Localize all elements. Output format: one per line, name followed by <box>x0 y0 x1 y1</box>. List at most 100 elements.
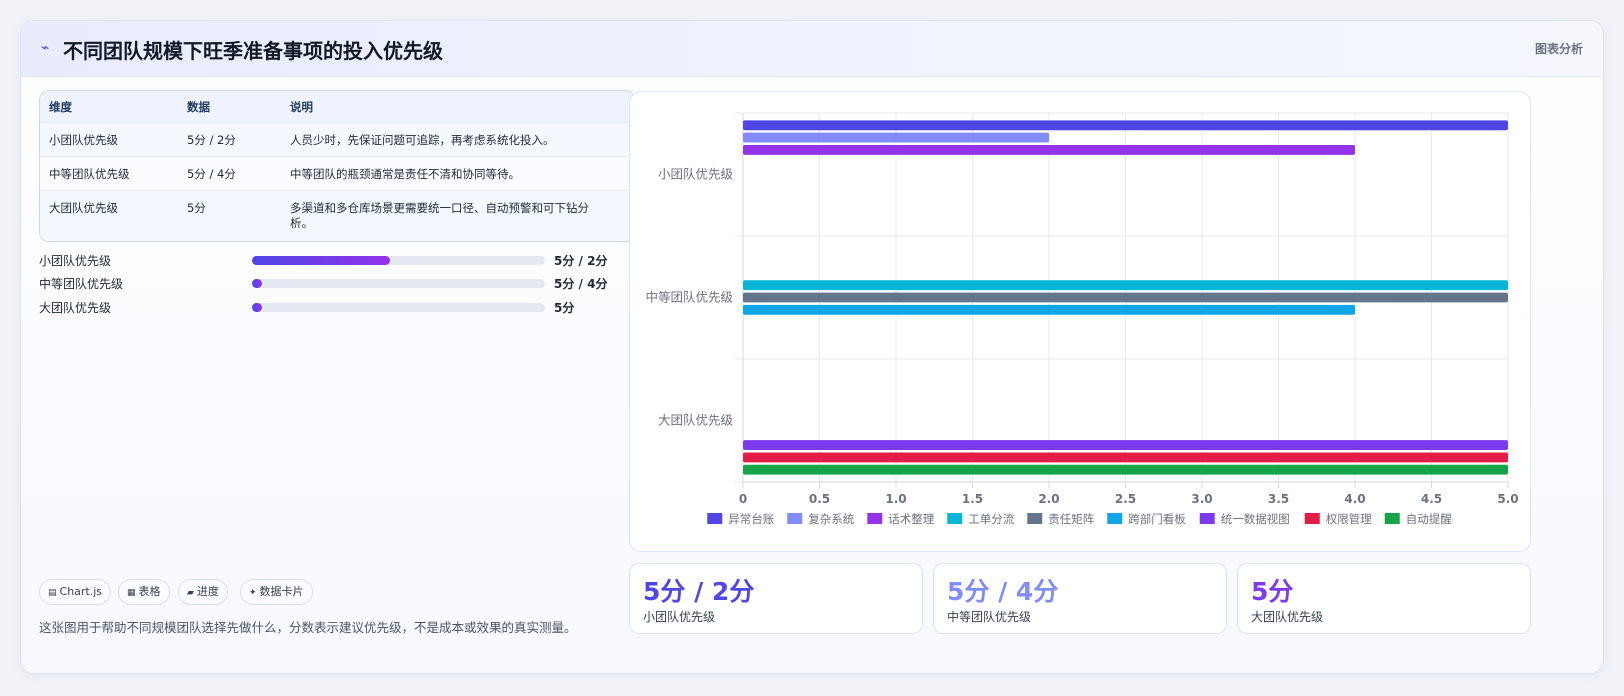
x-tick-label: 3.5 <box>1268 492 1289 506</box>
stat-label: 小团队优先级 <box>643 610 716 624</box>
progress-icon: ▰ <box>187 588 194 598</box>
legend-label: 工单分流 <box>968 512 1014 526</box>
chart-icon: ▤ <box>48 588 57 598</box>
progress-track <box>252 303 545 312</box>
table-row: 大团队优先级 5分 多渠道和多仓库场景更需要统一口径、自动预警和可下钻分析。 <box>40 191 634 241</box>
legend-label: 统一数据视图 <box>1221 512 1290 526</box>
legend-swatch <box>867 513 883 524</box>
y-category-label: 小团队优先级 <box>658 167 734 182</box>
legend-label: 异常台账 <box>728 512 774 526</box>
legend-swatch <box>1304 513 1320 524</box>
table-header-row: 维度 数据 说明 <box>40 91 634 123</box>
bar-异常台账 <box>743 120 1508 131</box>
table-cell-note: 多渠道和多仓库场景更需要统一口径、自动预警和可下钻分析。 <box>290 201 589 230</box>
x-tick-label: 4.5 <box>1421 492 1442 506</box>
column-header: 维度 <box>49 100 72 114</box>
table-row: 小团队优先级 5分 / 2分 人员少时，先保证问题可追踪，再考虑系统化投入。 <box>40 123 634 157</box>
bar-工单分流 <box>743 280 1508 291</box>
chip-chartjs[interactable]: ▤ Chart.js <box>39 579 112 605</box>
legend-swatch <box>1199 513 1215 524</box>
trend-icon: ⌁ <box>41 40 50 56</box>
progress-value: 5分 / 2分 <box>554 254 608 268</box>
legend-swatch <box>1027 513 1043 524</box>
bar-权限管理 <box>743 452 1508 463</box>
progress-fill <box>252 279 263 288</box>
table-cell-note: 中等团队的瓶颈通常是责任不清和协同等待。 <box>290 167 520 181</box>
legend-label: 复杂系统 <box>808 512 854 526</box>
progress-value: 5分 <box>554 301 575 315</box>
table-cell-value: 5分 / 2分 <box>187 133 236 147</box>
progress-label: 中等团队优先级 <box>39 277 124 291</box>
table-cell-value: 5分 / 4分 <box>187 167 236 181</box>
legend-label: 跨部门看板 <box>1128 512 1186 526</box>
dashboard-card: ⌁ 不同团队规模下旺季准备事项的投入优先级 图表分析 维度 数据 说明 小团队优… <box>20 20 1604 674</box>
progress-track <box>252 279 545 288</box>
stat-card: 5分 / 2分 小团队优先级 <box>629 563 923 634</box>
x-tick-label: 1.0 <box>885 492 906 506</box>
bar-统一数据视图 <box>743 440 1508 451</box>
legend-swatch <box>1107 513 1123 524</box>
chip-label: 进度 <box>196 585 219 598</box>
chip-label: Chart.js <box>59 585 103 598</box>
x-tick-label: 3.0 <box>1191 492 1212 506</box>
chart-panel: 0 0.5 1.0 1.5 2.0 2.5 3.0 3.5 4.0 4.5 5.0 小团队优先级中等团… <box>629 91 1531 552</box>
y-category-label: 中等团队优先级 <box>645 290 733 305</box>
x-tick-label: 2.0 <box>1038 492 1059 506</box>
column-header: 说明 <box>290 100 313 114</box>
bar-跨部门看板 <box>743 304 1355 315</box>
x-tick-label: 2.5 <box>1115 492 1136 506</box>
bar-责任矩阵 <box>743 292 1508 303</box>
progress-track <box>252 256 545 265</box>
legend-label: 自动提醒 <box>1406 512 1452 526</box>
chip-label: 表格 <box>138 585 161 598</box>
data-table: 维度 数据 说明 小团队优先级 5分 / 2分 人员少时，先保证问题可追踪，再考… <box>39 90 635 242</box>
stat-card: 5分 大团队优先级 <box>1237 563 1531 634</box>
bar-复杂系统 <box>743 132 1049 143</box>
x-tick-label: 1.5 <box>962 492 983 506</box>
y-category-label: 大团队优先级 <box>658 413 734 428</box>
page-title: 不同团队规模下旺季准备事项的投入优先级 <box>63 39 443 63</box>
progress-row: 中等团队优先级 5分 / 4分 <box>39 274 629 292</box>
bar-chart: 0 0.5 1.0 1.5 2.0 2.5 3.0 3.5 4.0 4.5 5.0 小团队优先级中等团… <box>645 112 1519 526</box>
chip-table[interactable]: ▦ 表格 <box>118 579 170 605</box>
chip-progress[interactable]: ▰ 进度 <box>178 579 228 605</box>
stat-label: 中等团队优先级 <box>947 610 1032 624</box>
bar-话术整理 <box>743 144 1355 155</box>
legend-label: 话术整理 <box>888 512 934 526</box>
stat-value: 5分 / 2分 <box>643 577 755 606</box>
table-cell-value: 5分 <box>187 201 206 215</box>
sparkle-icon: ✦ <box>249 588 257 598</box>
legend-swatch <box>947 513 963 524</box>
bar-自动提醒 <box>743 464 1508 475</box>
x-tick-label: 0.5 <box>809 492 830 506</box>
stat-card: 5分 / 4分 中等团队优先级 <box>933 563 1227 634</box>
progress-fill <box>252 256 390 265</box>
progress-row: 小团队优先级 5分 / 2分 <box>39 251 629 269</box>
legend-swatch <box>707 513 723 524</box>
table-cell-dimension: 小团队优先级 <box>49 133 118 147</box>
x-tick-label: 5.0 <box>1497 492 1518 506</box>
stat-label: 大团队优先级 <box>1251 610 1324 624</box>
legend-swatch <box>1384 513 1400 524</box>
x-tick-label: 4.0 <box>1344 492 1365 506</box>
progress-fill <box>252 303 263 312</box>
x-tick-label: 0 <box>739 492 747 506</box>
progress-label: 大团队优先级 <box>39 301 112 315</box>
table-icon: ▦ <box>127 588 136 598</box>
progress-row: 大团队优先级 5分 <box>39 298 629 316</box>
legend-swatch <box>787 513 803 524</box>
progress-value: 5分 / 4分 <box>554 277 608 291</box>
stat-value: 5分 / 4分 <box>947 577 1059 606</box>
progress-label: 小团队优先级 <box>39 254 112 268</box>
table-row: 中等团队优先级 5分 / 4分 中等团队的瓶颈通常是责任不清和协同等待。 <box>40 157 634 191</box>
column-header: 数据 <box>187 100 210 114</box>
card-header: ⌁ 不同团队规模下旺季准备事项的投入优先级 图表分析 <box>21 21 1603 77</box>
legend-label: 责任矩阵 <box>1048 512 1094 526</box>
chart-analysis-label: 图表分析 <box>1534 42 1583 56</box>
chip-label: 数据卡片 <box>259 585 304 598</box>
chip-data-cards[interactable]: ✦ 数据卡片 <box>240 579 313 605</box>
table-cell-note: 人员少时，先保证问题可追踪，再考虑系统化投入。 <box>290 133 555 147</box>
footnote: 这张图用于帮助不同规模团队选择先做什么，分数表示建议优先级，不是成本或效果的真实… <box>39 620 577 635</box>
table-cell-dimension: 大团队优先级 <box>49 201 118 215</box>
stat-value: 5分 <box>1251 577 1294 606</box>
